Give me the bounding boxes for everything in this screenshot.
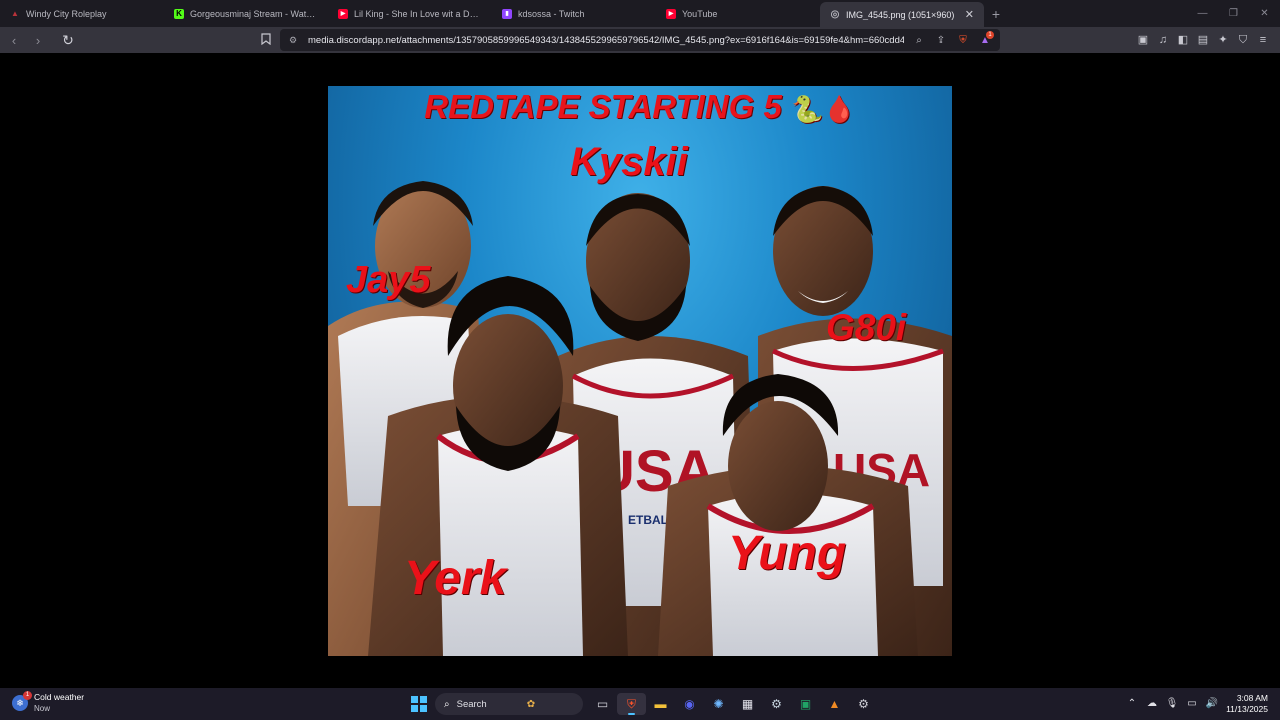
globe-favicon-icon: ◎	[830, 9, 840, 20]
onedrive-icon[interactable]: ☁	[1142, 694, 1162, 714]
taskbar: ❄ 1 Cold weather Now ⌕ Search ✿ ▭ ⛨ ▬ ◉ ✺…	[0, 688, 1280, 720]
forward-icon[interactable]: ›	[28, 30, 48, 50]
system-tray: ⌃ ☁ 🎙 ▭ 🔊	[1122, 694, 1222, 714]
reload-icon[interactable]: ↻	[58, 30, 78, 50]
file-explorer-icon[interactable]: ▬	[646, 693, 675, 715]
kick-favicon-icon: K	[174, 8, 184, 19]
brave-rewards-icon[interactable]: ▲ 1	[974, 30, 996, 46]
leo-ai-icon[interactable]: ✦	[1214, 31, 1232, 49]
player-name-g80i: G80i	[826, 307, 907, 348]
terminal-icon[interactable]: ▣	[791, 693, 820, 715]
discord-icon[interactable]: ◉	[675, 693, 704, 715]
back-icon[interactable]: ‹	[4, 30, 24, 50]
media-icon[interactable]: ▣	[1134, 31, 1152, 49]
tab-twitch[interactable]: ▮ kdsossa - Twitch	[492, 0, 656, 27]
menu-icon[interactable]: ≡	[1254, 31, 1272, 49]
tab-title: Windy City Roleplay	[26, 8, 107, 19]
weather-widget[interactable]: ❄ 1 Cold weather Now	[12, 690, 85, 713]
bookmark-icon[interactable]	[258, 30, 274, 48]
clock[interactable]: 3:08 AM 11/13/2025	[1226, 693, 1268, 715]
tab-title: kdsossa - Twitch	[518, 8, 585, 19]
chevron-up-icon[interactable]: ⌃	[1122, 694, 1142, 714]
rewards-badge: 1	[986, 30, 994, 39]
tab-kick[interactable]: K Gorgeousminaj Stream - Watch Live	[164, 0, 328, 27]
player-name-jay5: Jay5	[346, 259, 431, 301]
start-button[interactable]	[411, 696, 427, 712]
player-name-kyskii: Kyskii	[570, 140, 688, 184]
clock-time: 3:08 AM	[1236, 693, 1268, 703]
music-icon[interactable]: ♫	[1154, 31, 1172, 49]
toolbar-right: ▣ ♫ ◧ ▤ ✦ ⛉ ≡	[1134, 31, 1272, 49]
snake-drop-emoji: 🐍🩸	[790, 94, 856, 124]
browser-toolbar: ‹ › ↻ ⚙ media.discordapp.net/attachments…	[0, 27, 1280, 53]
clock-date: 11/13/2025	[1226, 704, 1268, 714]
share-icon[interactable]: ⇪	[930, 35, 952, 46]
network-icon[interactable]: ▭	[1182, 694, 1202, 714]
tab-strip: ▲ Windy City Roleplay K Gorgeousminaj St…	[0, 0, 1280, 27]
windy-city-favicon-icon: ▲	[11, 9, 19, 18]
task-view-icon[interactable]: ▭	[588, 693, 617, 715]
poster-image: USA ETBALL USA REDTAPE STARTING 5 🐍🩸 Kys…	[328, 86, 952, 656]
new-tab-button[interactable]: +	[984, 6, 1008, 22]
tab-title: YouTube	[682, 8, 718, 19]
weather-title: Cold weather	[34, 692, 85, 702]
tab-youtube[interactable]: ▶ YouTube	[656, 0, 820, 27]
weather-badge: 1	[23, 690, 32, 700]
sidebar-icon[interactable]: ◧	[1174, 31, 1192, 49]
steam-icon[interactable]: ⚙	[762, 693, 791, 715]
search-icon: ⌕	[444, 698, 450, 710]
volume-icon[interactable]: 🔊	[1202, 694, 1222, 714]
url-input[interactable]: media.discordapp.net/attachments/1357905…	[308, 35, 904, 46]
taskbar-search[interactable]: ⌕ Search ✿	[435, 693, 583, 715]
app-triangle-icon[interactable]: ▲	[820, 693, 849, 715]
brave-shield-icon[interactable]: ⛨	[952, 35, 974, 46]
url-actions: ⌕ ⇪ ⛨ ▲ 1	[908, 30, 996, 46]
image-viewer: USA ETBALL USA REDTAPE STARTING 5 🐍🩸 Kys…	[0, 53, 1280, 688]
close-tab-icon[interactable]: ✕	[965, 8, 974, 21]
twitch-favicon-icon: ▮	[502, 8, 512, 19]
weather-subtitle: Now	[34, 704, 51, 713]
search-highlight-icon: ✿	[526, 698, 536, 710]
tab-image-active[interactable]: ◎ IMG_4545.png (1051×960) ✕	[820, 2, 984, 27]
tab-title: IMG_4545.png (1051×960)	[846, 9, 955, 20]
vpn-icon[interactable]: ⛉	[1234, 31, 1252, 49]
minimize-icon[interactable]: —	[1187, 0, 1218, 27]
address-bar[interactable]: ⚙ media.discordapp.net/attachments/13579…	[280, 29, 1000, 51]
zoom-icon[interactable]: ⌕	[908, 35, 930, 46]
wallet-icon[interactable]: ▤	[1194, 31, 1212, 49]
youtube-favicon-icon: ▶	[338, 8, 348, 19]
player-name-yung: Yung	[728, 527, 847, 580]
restore-icon[interactable]: ❐	[1218, 0, 1249, 27]
weather-icon: ❄ 1	[12, 690, 32, 711]
poster-title: REDTAPE STARTING 5 🐍🩸	[328, 88, 952, 126]
close-window-icon[interactable]: ✕	[1249, 0, 1280, 27]
site-info-icon[interactable]: ⚙	[286, 35, 300, 46]
tab-title: Gorgeousminaj Stream - Watch Live	[190, 8, 318, 19]
microsoft-store-icon[interactable]: ▦	[733, 693, 762, 715]
brave-browser-icon[interactable]: ⛨	[617, 693, 646, 715]
window-controls: — ❐ ✕	[1187, 0, 1280, 27]
tab-youtube-lil-king[interactable]: ▶ Lil King - She In Love wit a Dumper (	[328, 0, 492, 27]
settings-icon[interactable]: ⚙	[849, 693, 878, 715]
search-label: Search	[456, 698, 487, 710]
tab-windy-city[interactable]: ▲ Windy City Roleplay	[0, 0, 164, 27]
poster-title-text: REDTAPE STARTING 5	[424, 88, 782, 125]
copilot-icon[interactable]: ✺	[704, 693, 733, 715]
windows-logo-icon	[411, 696, 418, 703]
player-name-yerk: Yerk	[404, 552, 507, 605]
microphone-icon[interactable]: 🎙	[1162, 694, 1182, 714]
taskbar-apps: ▭ ⛨ ▬ ◉ ✺ ▦ ⚙ ▣ ▲ ⚙	[588, 693, 878, 715]
tab-title: Lil King - She In Love wit a Dumper (	[354, 8, 482, 19]
youtube-favicon-icon: ▶	[666, 8, 676, 19]
